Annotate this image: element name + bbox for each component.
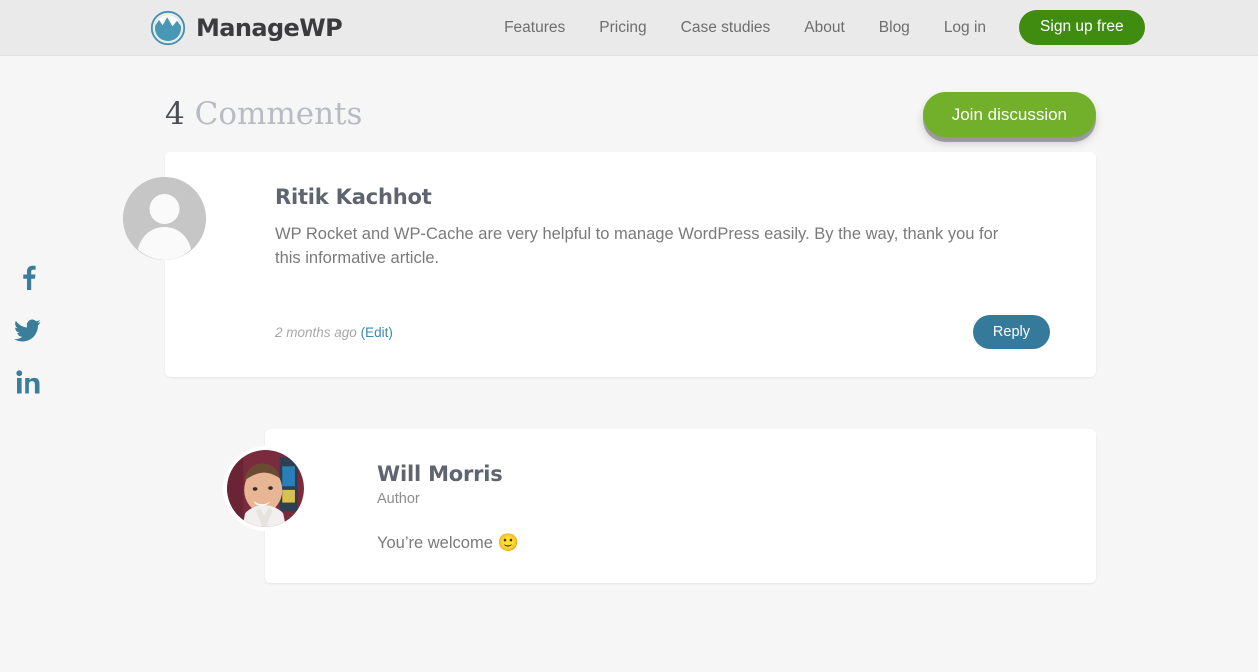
- nav-item-blog[interactable]: Blog: [862, 19, 927, 37]
- comment-meta: 2 months ago (Edit): [275, 325, 393, 340]
- brand-name: ManageWP: [196, 13, 343, 42]
- comments-count: 4: [165, 95, 185, 132]
- comment-timestamp: 2 months ago: [275, 324, 357, 340]
- reply-button[interactable]: Reply: [972, 314, 1050, 350]
- avatar: [223, 446, 308, 532]
- comment-author-role: Author: [377, 490, 420, 507]
- placeholder-avatar-icon: [123, 177, 206, 260]
- nav-item-features[interactable]: Features: [487, 19, 582, 37]
- avatar: [123, 177, 206, 260]
- slight-smile-emoji: 🙂: [497, 532, 519, 552]
- mountain-circle-logo-icon: [150, 10, 186, 46]
- nav-item-case-studies[interactable]: Case studies: [664, 19, 788, 37]
- comments-header: 4 Comments Join discussion: [165, 56, 1096, 152]
- main-navigation: Features Pricing Case studies About Blog…: [487, 10, 1145, 45]
- comment-author-name: Will Morris: [377, 462, 503, 487]
- brand-logo-link[interactable]: ManageWP: [150, 10, 343, 46]
- edit-comment-link[interactable]: (Edit): [361, 325, 393, 340]
- nav-item-about[interactable]: About: [787, 19, 862, 37]
- comment-list: Ritik Kachhot WP Rocket and WP-Cache are…: [123, 152, 1096, 584]
- nav-item-log-in[interactable]: Log in: [927, 19, 1003, 37]
- comment-body: You’re welcome 🙂: [377, 531, 1050, 556]
- nav-item-pricing[interactable]: Pricing: [582, 19, 663, 37]
- comment-body-text: You’re welcome: [377, 533, 498, 552]
- join-discussion-button[interactable]: Join discussion: [922, 91, 1096, 137]
- site-header: ManageWP Features Pricing Case studies A…: [0, 0, 1258, 56]
- comments-heading-label: Comments: [194, 95, 363, 132]
- comments-section: 4 Comments Join discussion Ritik Kachhot…: [0, 56, 1258, 584]
- photo-avatar-icon: [227, 450, 304, 528]
- comment-footer: 2 months ago (Edit) Reply: [275, 314, 1050, 350]
- comment-item: Will Morris Author You’re welcome 🙂: [223, 429, 1096, 584]
- comment-author-name: Ritik Kachhot: [275, 185, 432, 209]
- sign-up-free-button[interactable]: Sign up free: [1019, 10, 1145, 45]
- comment-body: WP Rocket and WP-Cache are very helpful …: [275, 225, 999, 268]
- comments-heading: 4 Comments: [165, 95, 363, 132]
- comment-item: Ritik Kachhot WP Rocket and WP-Cache are…: [123, 152, 1096, 378]
